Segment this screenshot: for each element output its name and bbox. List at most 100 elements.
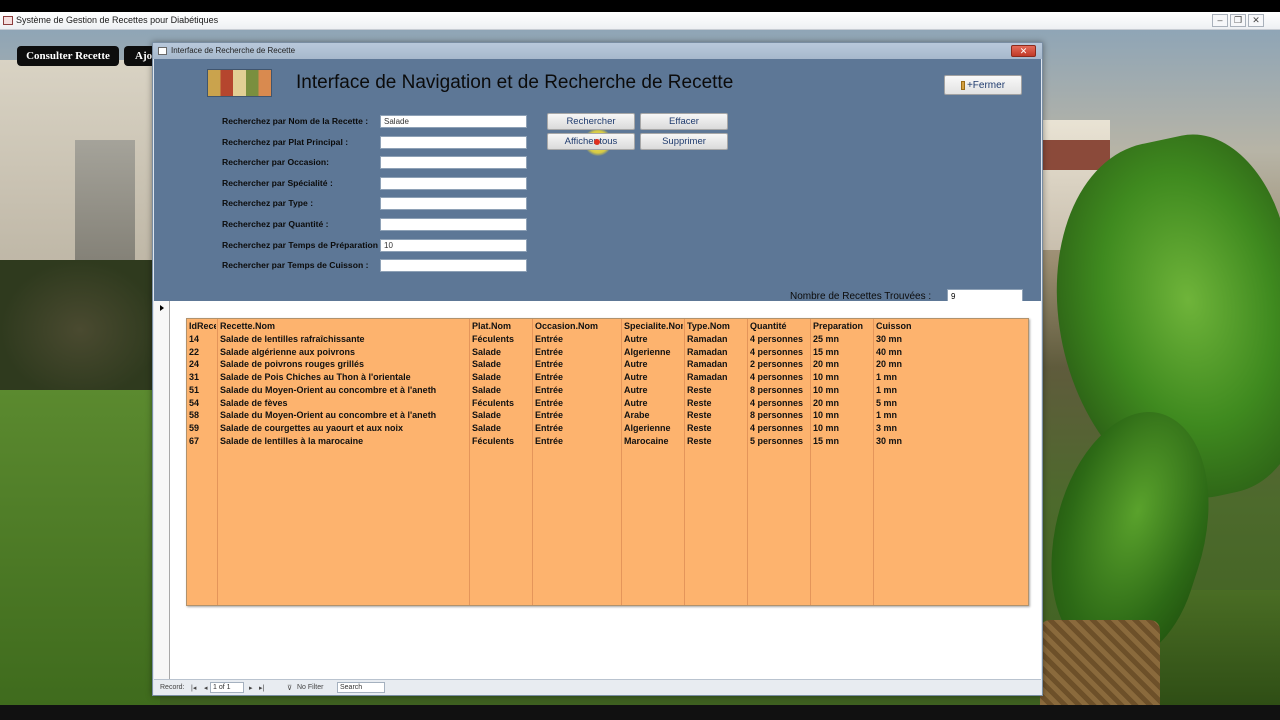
table-cell[interactable]: 4 personnes (750, 423, 809, 433)
table-cell[interactable]: 54 (189, 398, 216, 408)
table-cell[interactable]: Salade (472, 385, 531, 395)
table-cell[interactable]: 30 mn (876, 436, 1028, 446)
no-filter-button[interactable]: No Filter (297, 684, 323, 691)
table-cell[interactable]: Salade de fèves (220, 398, 468, 408)
fermer-button[interactable]: +Fermer (944, 75, 1022, 95)
quantite-input[interactable] (380, 218, 527, 231)
column-header[interactable]: Preparation (813, 321, 872, 331)
form-close-button[interactable]: ✕ (1011, 45, 1036, 57)
table-cell[interactable]: 59 (189, 423, 216, 433)
table-cell[interactable]: 10 mn (813, 410, 872, 420)
column-header[interactable]: Plat.Nom (472, 321, 531, 331)
table-cell[interactable]: Entrée (535, 372, 620, 382)
table-cell[interactable]: Salade de poivrons rouges grillés (220, 359, 468, 369)
table-cell[interactable]: 14 (189, 334, 216, 344)
table-cell[interactable]: Reste (687, 385, 746, 395)
table-cell[interactable]: Ramadan (687, 359, 746, 369)
nom-recette-input[interactable]: Salade (380, 115, 527, 128)
table-cell[interactable]: Salade de lentilles rafraîchissante (220, 334, 468, 344)
table-cell[interactable]: 51 (189, 385, 216, 395)
table-cell[interactable]: Autre (624, 398, 683, 408)
table-cell[interactable]: Entrée (535, 359, 620, 369)
table-cell[interactable]: Algerienne (624, 347, 683, 357)
table-cell[interactable]: 4 personnes (750, 398, 809, 408)
table-cell[interactable]: Féculents (472, 436, 531, 446)
table-cell[interactable]: 15 mn (813, 347, 872, 357)
table-cell[interactable]: 58 (189, 410, 216, 420)
temps-preparation-input[interactable]: 10 (380, 239, 527, 252)
table-cell[interactable]: Ramadan (687, 372, 746, 382)
table-cell[interactable]: Entrée (535, 385, 620, 395)
table-cell[interactable]: Autre (624, 385, 683, 395)
occasion-input[interactable] (380, 156, 527, 169)
table-cell[interactable]: 2 personnes (750, 359, 809, 369)
table-cell[interactable]: Salade du Moyen-Orient au concombre et à… (220, 410, 468, 420)
record-selector[interactable] (154, 301, 170, 679)
table-cell[interactable]: Salade du Moyen-Orient au concombre et à… (220, 385, 468, 395)
table-cell[interactable]: Salade (472, 359, 531, 369)
close-app-button[interactable]: ✕ (1248, 14, 1264, 27)
table-cell[interactable]: 4 personnes (750, 347, 809, 357)
table-cell[interactable]: Autre (624, 359, 683, 369)
plat-principal-input[interactable] (380, 136, 527, 149)
first-record-button[interactable]: |◂ (191, 684, 196, 692)
table-cell[interactable]: 10 mn (813, 385, 872, 395)
table-cell[interactable]: Entrée (535, 423, 620, 433)
temps-cuisson-input[interactable] (380, 259, 527, 272)
table-cell[interactable]: Salade (472, 410, 531, 420)
table-cell[interactable]: 1 mn (876, 372, 1028, 382)
column-header[interactable]: Cuisson (876, 321, 1028, 331)
table-cell[interactable]: Entrée (535, 334, 620, 344)
table-cell[interactable]: Ramadan (687, 334, 746, 344)
table-cell[interactable]: Ramadan (687, 347, 746, 357)
results-table[interactable]: IdRecette Recette.Nom Plat.Nom Occasion.Nom… (186, 318, 1029, 606)
column-header[interactable]: Specialite.Nom (624, 321, 683, 331)
restore-button[interactable]: ❐ (1230, 14, 1246, 27)
table-cell[interactable]: Autre (624, 334, 683, 344)
rechercher-button[interactable]: Rechercher (547, 113, 635, 130)
table-cell[interactable]: 10 mn (813, 423, 872, 433)
table-cell[interactable]: 25 mn (813, 334, 872, 344)
table-cell[interactable]: 5 personnes (750, 436, 809, 446)
table-cell[interactable]: Arabe (624, 410, 683, 420)
last-record-button[interactable]: ▸| (259, 684, 264, 692)
supprimer-button[interactable]: Supprimer (640, 133, 728, 150)
column-header[interactable]: IdRecette (189, 321, 216, 331)
table-cell[interactable]: 8 personnes (750, 385, 809, 395)
table-cell[interactable]: Marocaine (624, 436, 683, 446)
table-cell[interactable]: Algerienne (624, 423, 683, 433)
column-header[interactable]: Type.Nom (687, 321, 746, 331)
minimize-button[interactable]: – (1212, 14, 1228, 27)
consulter-recette-button[interactable]: Consulter Recette (17, 46, 119, 66)
type-input[interactable] (380, 197, 527, 210)
table-cell[interactable]: Reste (687, 436, 746, 446)
table-cell[interactable]: 31 (189, 372, 216, 382)
table-cell[interactable]: Salade de courgettes au yaourt et aux no… (220, 423, 468, 433)
table-cell[interactable]: Entrée (535, 398, 620, 408)
table-cell[interactable]: Entrée (535, 347, 620, 357)
table-cell[interactable]: 20 mn (876, 359, 1028, 369)
table-cell[interactable]: 10 mn (813, 372, 872, 382)
previous-record-button[interactable]: ◂ (204, 684, 208, 692)
table-cell[interactable]: Reste (687, 410, 746, 420)
table-cell[interactable]: Autre (624, 372, 683, 382)
column-header[interactable]: Recette.Nom (220, 321, 468, 331)
afficher-tous-button[interactable]: Afficher tous (547, 133, 635, 150)
effacer-button[interactable]: Effacer (640, 113, 728, 130)
table-cell[interactable]: Entrée (535, 410, 620, 420)
table-cell[interactable]: Salade (472, 423, 531, 433)
table-cell[interactable]: 3 mn (876, 423, 1028, 433)
table-cell[interactable]: 22 (189, 347, 216, 357)
table-cell[interactable]: 20 mn (813, 398, 872, 408)
next-record-button[interactable]: ▸ (249, 684, 253, 692)
table-cell[interactable]: 4 personnes (750, 372, 809, 382)
table-cell[interactable]: 67 (189, 436, 216, 446)
table-cell[interactable]: Salade (472, 347, 531, 357)
table-cell[interactable]: 8 personnes (750, 410, 809, 420)
table-cell[interactable]: Reste (687, 423, 746, 433)
table-cell[interactable]: 5 mn (876, 398, 1028, 408)
table-cell[interactable]: Salade algérienne aux poivrons (220, 347, 468, 357)
table-cell[interactable]: Féculents (472, 334, 531, 344)
table-cell[interactable]: 40 mn (876, 347, 1028, 357)
table-cell[interactable]: 20 mn (813, 359, 872, 369)
